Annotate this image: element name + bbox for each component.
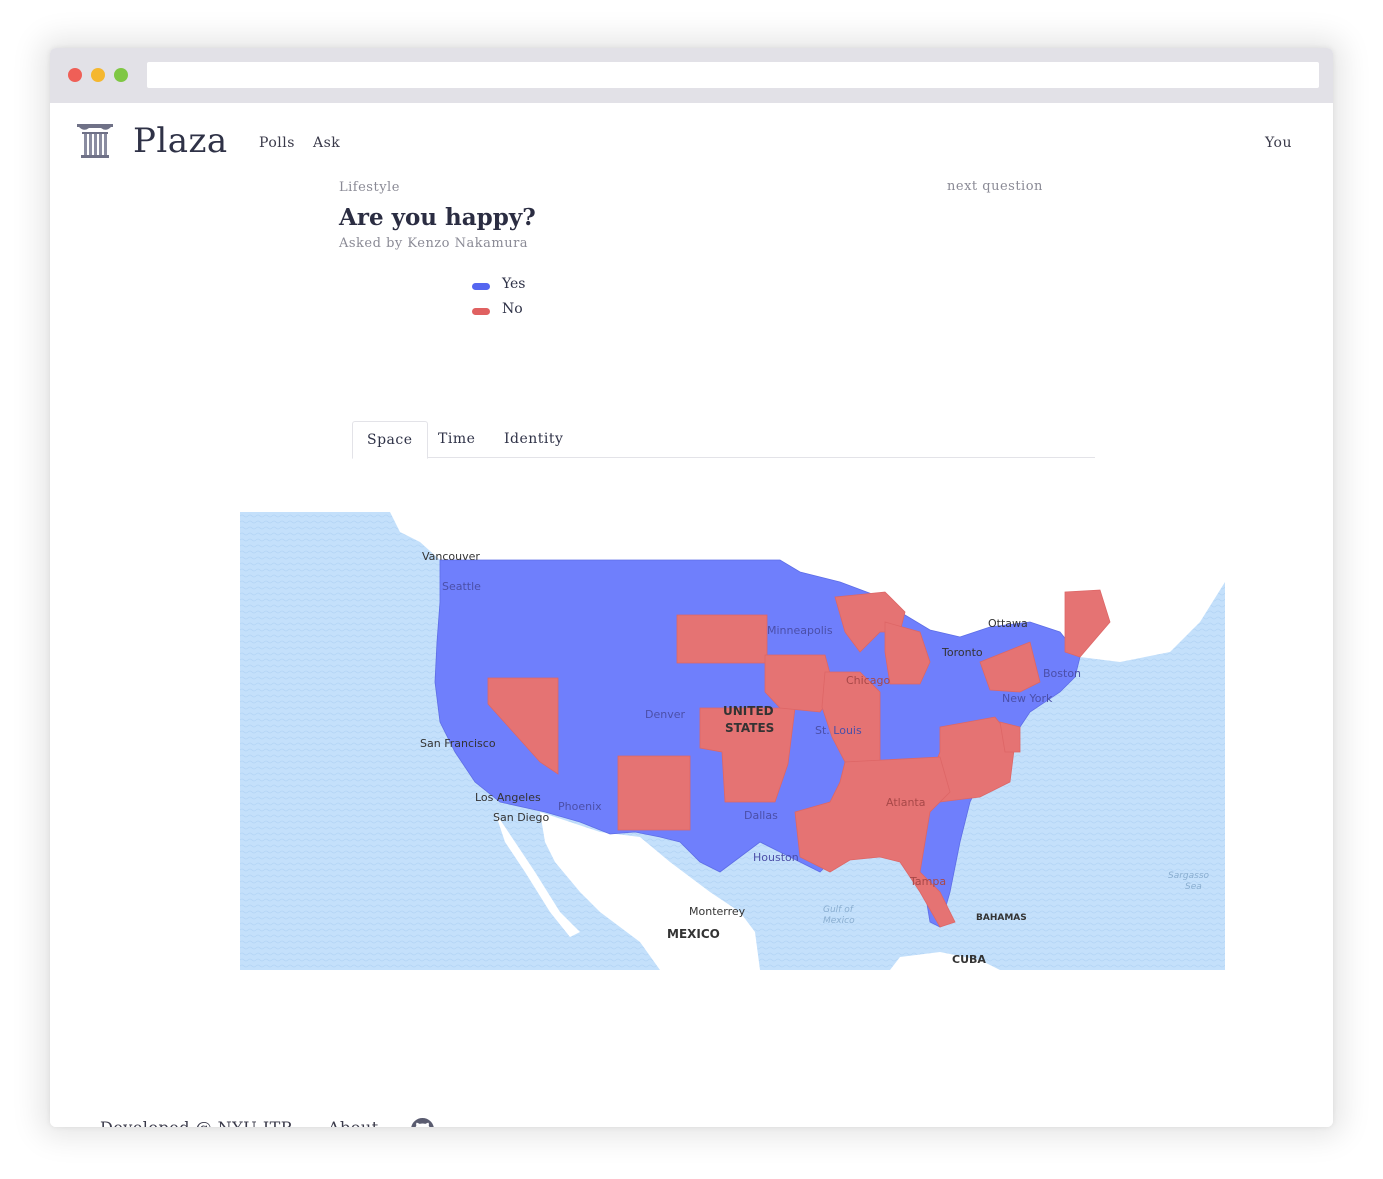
- nav-ask-link[interactable]: Ask: [313, 135, 340, 151]
- map-label-chicago: Chicago: [846, 674, 890, 687]
- map-label-atlanta: Atlanta: [886, 796, 925, 809]
- maximize-window-button[interactable]: [114, 68, 128, 82]
- brand-name[interactable]: Plaza: [133, 121, 228, 161]
- map-label-san-francisco: San Francisco: [420, 737, 496, 750]
- view-tabs: Space Time Identity: [352, 421, 1095, 459]
- tab-time[interactable]: Time: [424, 421, 489, 458]
- github-icon[interactable]: [411, 1118, 434, 1127]
- nav-polls-link[interactable]: Polls: [259, 135, 295, 151]
- legend-label-yes: Yes: [502, 276, 526, 292]
- map-label-bahamas: BAHAMAS: [976, 913, 1027, 923]
- page-content: Plaza Polls Ask You Lifestyle next quest…: [50, 103, 1333, 1127]
- tab-space[interactable]: Space: [352, 421, 428, 459]
- us-results-map[interactable]: Vancouver Seattle San Francisco Los Ange…: [240, 512, 1225, 970]
- footer-developed-text: Developed @ NYU ITP: [100, 1118, 292, 1127]
- state-new-mexico-no[interactable]: [617, 755, 691, 831]
- map-label-mexico-sea: Mexico: [823, 916, 855, 926]
- state-south-dakota-no[interactable]: [676, 614, 768, 664]
- map-label-mexico: MEXICO: [667, 927, 720, 941]
- poll-category[interactable]: Lifestyle: [339, 180, 400, 195]
- poll-question: Are you happy?: [339, 204, 536, 231]
- answer-legend: Yes No: [472, 276, 552, 326]
- map-label-san-diego: San Diego: [493, 811, 549, 824]
- map-label-toronto: Toronto: [941, 646, 983, 659]
- minimize-window-button[interactable]: [91, 68, 105, 82]
- map-label-st-louis: St. Louis: [815, 724, 862, 737]
- map-label-cuba: CUBA: [952, 953, 986, 966]
- next-question-link[interactable]: next question: [947, 179, 1043, 194]
- legend-item-yes: Yes: [472, 276, 552, 301]
- map-label-houston: Houston: [753, 851, 799, 864]
- footer-about-link[interactable]: About: [328, 1118, 379, 1127]
- map-label-phoenix: Phoenix: [558, 800, 602, 813]
- poll-author: Asked by Kenzo Nakamura: [339, 236, 529, 251]
- map-label-seattle: Seattle: [442, 580, 481, 593]
- legend-label-no: No: [502, 301, 523, 317]
- map-label-new-york: New York: [1002, 692, 1053, 705]
- legend-item-no: No: [472, 301, 552, 326]
- map-label-united: UNITED: [723, 704, 774, 718]
- map-label-monterrey: Monterrey: [689, 905, 746, 918]
- browser-titlebar: [50, 48, 1333, 103]
- tab-identity[interactable]: Identity: [490, 421, 577, 458]
- column-logo-icon[interactable]: [76, 123, 114, 159]
- legend-swatch-no: [472, 308, 490, 315]
- map-label-ottawa: Ottawa: [988, 617, 1028, 630]
- map-label-denver: Denver: [645, 708, 685, 721]
- map-label-tampa: Tampa: [909, 875, 946, 888]
- nav-user-link[interactable]: You: [1265, 135, 1292, 151]
- map-label-sea: Sea: [1185, 882, 1202, 892]
- map-label-boston: Boston: [1043, 667, 1081, 680]
- address-bar[interactable]: [147, 62, 1319, 88]
- map-label-gulf-of: Gulf of: [823, 905, 855, 915]
- legend-swatch-yes: [472, 283, 490, 290]
- map-label-vancouver: Vancouver: [422, 550, 480, 563]
- map-label-dallas: Dallas: [744, 809, 778, 822]
- close-window-button[interactable]: [68, 68, 82, 82]
- map-label-minneapolis: Minneapolis: [767, 624, 833, 637]
- browser-window: Plaza Polls Ask You Lifestyle next quest…: [50, 48, 1333, 1127]
- map-label-los-angeles: Los Angeles: [475, 791, 541, 804]
- map-label-sargasso: Sargasso: [1168, 871, 1210, 881]
- map-label-states: STATES: [725, 721, 774, 735]
